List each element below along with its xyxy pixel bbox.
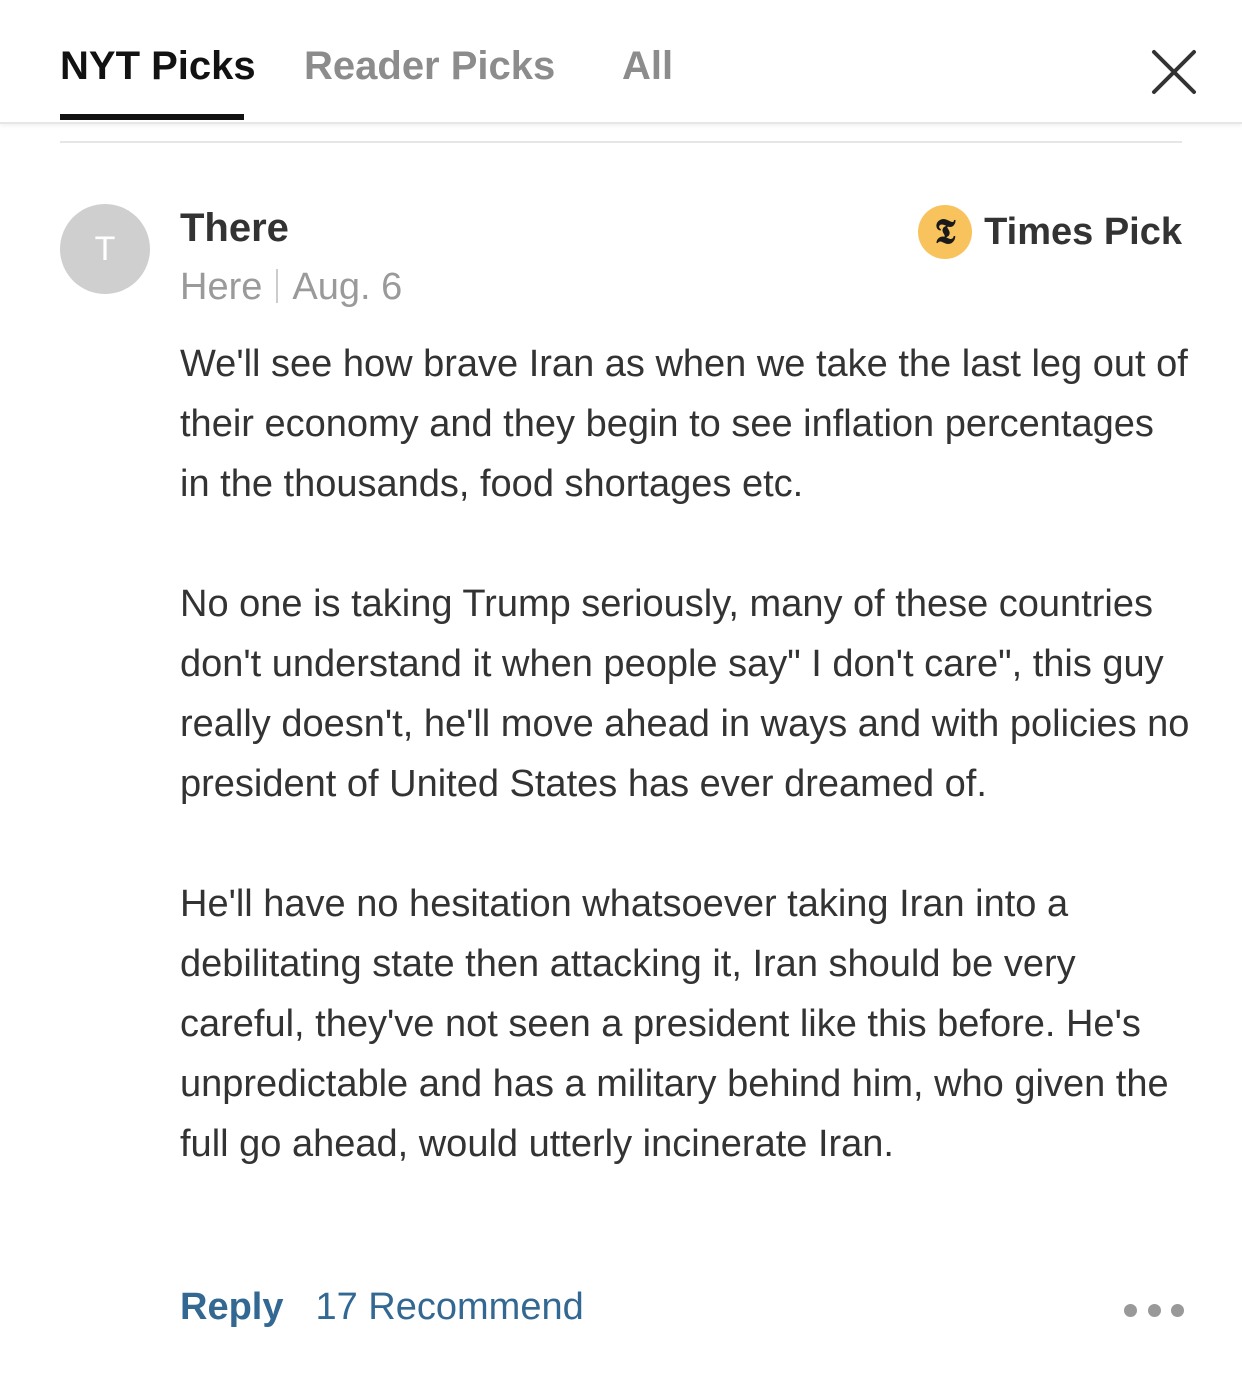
section-divider [60,141,1182,143]
recommend-button[interactable]: 17 Recommend [315,1286,583,1328]
comment-author: There [180,206,289,250]
avatar: T [60,204,150,294]
nyt-logo-glyph: 𝕿 [934,212,956,252]
more-dots-icon[interactable] [1124,1300,1184,1320]
comment-meta: Here Aug. 6 [180,266,402,309]
comment-paragraph: We'll see how brave Iran as when we take… [180,343,1188,505]
meta-separator [276,269,279,303]
tab-reader-picks[interactable]: Reader Picks [304,44,555,89]
reply-button[interactable]: Reply [180,1286,283,1328]
comment-tabs: NYT Picks Reader Picks All [0,0,1242,124]
comment-actions: Reply 17 Recommend [180,1286,584,1329]
dot [1124,1303,1137,1317]
times-pick-badge: 𝕿 Times Pick [918,204,1182,260]
comment-paragraph: He'll have no hesitation whatsoever taki… [180,883,1169,1165]
dot [1147,1303,1161,1317]
comment-date: Aug. 6 [292,266,403,308]
comment-body: We'll see how brave Iran as when we take… [180,334,1190,1234]
dot [1171,1303,1184,1317]
tab-all[interactable]: All [622,44,673,89]
comment-location: Here [180,266,263,308]
active-tab-indicator [60,114,244,120]
close-icon[interactable] [1146,44,1202,100]
tab-nyt-picks[interactable]: NYT Picks [60,44,256,89]
comment-paragraph: No one is taking Trump seriously, many o… [180,583,1190,805]
nyt-logo-icon: 𝕿 [918,205,973,259]
times-pick-label: Times Pick [984,210,1182,253]
